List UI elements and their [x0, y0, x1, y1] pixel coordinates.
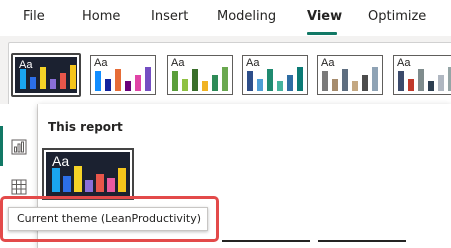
- theme-bar: [322, 71, 328, 91]
- theme-bar: [362, 75, 368, 91]
- theme-swatch-background: Aa: [167, 55, 233, 95]
- theme-bar: [52, 168, 60, 192]
- theme-bar: [135, 75, 141, 91]
- active-tab-indicator: [307, 32, 337, 35]
- theme-swatch-background: Aa: [90, 55, 156, 95]
- theme-swatch-bars: [322, 65, 378, 91]
- current-theme-swatch[interactable]: Aa: [42, 148, 134, 200]
- theme-bar: [70, 65, 76, 89]
- theme-swatch-5[interactable]: Aa: [315, 53, 385, 97]
- theme-bar: [408, 79, 414, 91]
- current-theme-background: Aa: [46, 152, 130, 196]
- theme-bar: [85, 180, 93, 192]
- theme-bar: [342, 69, 348, 91]
- theme-bar: [74, 166, 82, 192]
- table-icon[interactable]: [11, 179, 27, 195]
- tab-view[interactable]: View: [307, 9, 342, 24]
- theme-bar: [247, 71, 253, 91]
- theme-bar: [50, 79, 56, 89]
- theme-bar: [222, 67, 228, 91]
- theme-bar: [398, 71, 404, 91]
- theme-bar: [418, 69, 424, 91]
- tab-modeling[interactable]: Modeling: [217, 9, 276, 24]
- theme-swatch-6[interactable]: Aa: [391, 53, 451, 97]
- theme-bar: [332, 79, 338, 91]
- theme-bar: [297, 67, 303, 91]
- theme-bar: [287, 75, 293, 91]
- theme-bar: [277, 81, 283, 91]
- tab-optimize[interactable]: Optimize: [368, 9, 426, 24]
- current-theme-bars: [52, 164, 126, 192]
- theme-bar: [352, 81, 358, 91]
- theme-swatch-background: Aa: [242, 55, 308, 95]
- tab-home[interactable]: Home: [82, 9, 120, 24]
- active-view-indicator: [0, 126, 3, 166]
- theme-bar: [63, 176, 71, 192]
- theme-bar: [105, 79, 111, 91]
- theme-swatch-1[interactable]: Aa: [11, 53, 81, 97]
- theme-bar: [115, 69, 121, 91]
- theme-bar: [125, 81, 131, 91]
- theme-swatch-bars: [398, 65, 451, 91]
- theme-swatch-background: Aa: [393, 55, 451, 95]
- gallery-divider: [318, 240, 406, 242]
- theme-bar: [145, 67, 151, 91]
- theme-swatch-4[interactable]: Aa: [240, 53, 310, 97]
- bar-chart-icon[interactable]: [11, 139, 27, 155]
- theme-bar: [60, 73, 66, 89]
- theme-bar: [182, 79, 188, 91]
- theme-bar: [118, 168, 126, 192]
- tab-insert[interactable]: Insert: [151, 9, 188, 24]
- ribbon-tabbar: File Home Insert Modeling View Optimize: [0, 0, 451, 36]
- theme-swatch-bars: [95, 65, 151, 91]
- theme-bar: [257, 79, 263, 91]
- theme-bar: [40, 67, 46, 89]
- theme-bar: [30, 77, 36, 89]
- theme-swatch-bars: [172, 65, 228, 91]
- gallery-divider: [222, 240, 310, 242]
- theme-swatch-background: Aa: [15, 57, 77, 93]
- tab-file[interactable]: File: [23, 9, 45, 24]
- theme-swatch-bars: [247, 65, 303, 91]
- theme-bar: [96, 174, 104, 192]
- theme-swatch-bars: [20, 63, 76, 89]
- theme-swatch-background: Aa: [317, 55, 383, 95]
- theme-bar: [267, 69, 273, 91]
- theme-bar: [212, 75, 218, 91]
- theme-bar: [107, 178, 115, 192]
- theme-bar: [20, 69, 26, 89]
- theme-bar: [202, 81, 208, 91]
- theme-bar: [192, 69, 198, 91]
- highlight-box: [0, 196, 219, 242]
- theme-bar: [438, 75, 444, 91]
- section-title-this-report: This report: [48, 120, 123, 134]
- theme-swatch-3[interactable]: Aa: [165, 53, 235, 97]
- theme-bar: [372, 67, 378, 91]
- theme-bar: [428, 81, 434, 91]
- theme-swatch-2[interactable]: Aa: [88, 53, 158, 97]
- theme-bar: [95, 71, 101, 91]
- theme-bar: [172, 71, 178, 91]
